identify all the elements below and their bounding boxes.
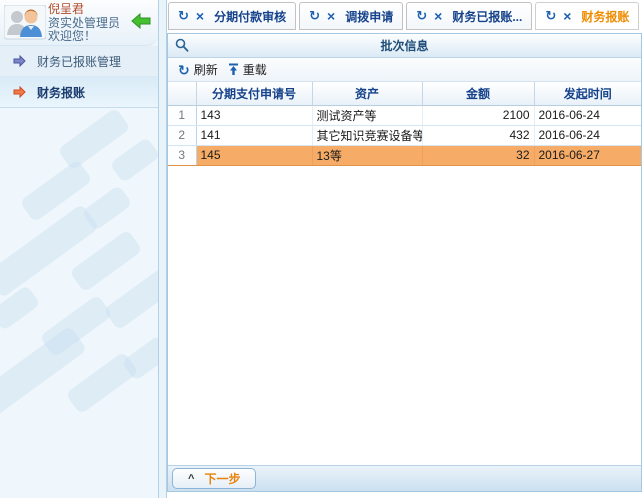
collapse-caret-icon: ^: [188, 474, 194, 484]
tab-reported[interactable]: ↻ × 财务已报账...: [406, 2, 532, 30]
table-header-row: 分期支付申请号 资产 金额 发起时间: [168, 82, 641, 105]
refresh-icon: ↻: [178, 64, 190, 76]
user-info: 倪呈君 资实处管理员 欢迎您！: [48, 3, 120, 44]
column-header-asset[interactable]: 资产: [312, 82, 422, 105]
tab-transfer-request[interactable]: ↻ × 调拨申请: [299, 2, 403, 30]
grid-toolbar: ↻ 刷新 重载: [168, 58, 641, 82]
next-step-label: 下一步: [204, 470, 240, 487]
sidebar-keyboard-decoration: [0, 108, 158, 498]
tab-strip: ↻ × 分期付款审核 ↻ × 调拨申请 ↻ × 财务已报账... ↻ × 财务报…: [167, 0, 643, 33]
collapse-arrow-icon[interactable]: [131, 13, 151, 32]
sidebar-item-label: 财务已报账管理: [37, 53, 121, 70]
user-role: 资实处管理员: [48, 17, 120, 31]
tab-close-icon[interactable]: ×: [434, 8, 442, 24]
refresh-label: 刷新: [194, 61, 218, 78]
tab-refresh-icon[interactable]: ↻: [545, 8, 556, 24]
row-index: 1: [168, 105, 196, 125]
footer-bar: ^ 下一步: [168, 465, 641, 491]
column-header-index[interactable]: [168, 82, 196, 105]
search-icon[interactable]: [174, 38, 189, 56]
app-window: 倪呈君 资实处管理员 欢迎您！ 财务已报账管理 财务报账: [0, 0, 643, 498]
cell-asset[interactable]: 测试资产等: [312, 105, 422, 125]
sidebar-item-reported-management[interactable]: 财务已报账管理: [0, 46, 158, 77]
row-index: 2: [168, 125, 196, 145]
main-area: ↻ × 分期付款审核 ↻ × 调拨申请 ↻ × 财务已报账... ↻ × 财务报…: [167, 0, 643, 498]
sidebar-item-label: 财务报账: [37, 84, 85, 101]
next-step-button[interactable]: ^ 下一步: [172, 468, 256, 489]
tab-label[interactable]: 财务已报账...: [452, 8, 522, 25]
grid-empty-area: [168, 166, 641, 466]
users-avatar-icon: [4, 5, 46, 41]
table-row[interactable]: 2 141 其它知识竞赛设备等 432 2016-06-24: [168, 125, 641, 145]
orange-arrow-icon: [13, 86, 26, 98]
table-row[interactable]: 1 143 测试资产等 2100 2016-06-24: [168, 105, 641, 125]
tab-label[interactable]: 调拨申请: [345, 8, 393, 25]
reload-label: 重载: [243, 61, 267, 78]
tab-reimbursement-active[interactable]: ↻ × 财务报账: [535, 2, 639, 30]
user-panel: 倪呈君 资实处管理员 欢迎您！: [0, 0, 158, 46]
blue-arrow-icon: [13, 55, 26, 67]
batch-table: 分期支付申请号 资产 金额 发起时间 1 143 测试资产等 2100 2016…: [168, 82, 641, 166]
reload-button[interactable]: 重载: [223, 60, 272, 79]
cell-request-no[interactable]: 141: [196, 125, 312, 145]
tab-close-icon[interactable]: ×: [563, 8, 571, 24]
tab-refresh-icon[interactable]: ↻: [416, 8, 427, 24]
column-header-date[interactable]: 发起时间: [534, 82, 641, 105]
table-row-selected[interactable]: 3 145 13等 32 2016-06-27: [168, 145, 641, 165]
tab-close-icon[interactable]: ×: [327, 8, 335, 24]
cell-request-no[interactable]: 145: [196, 145, 312, 165]
cell-asset[interactable]: 13等: [312, 145, 422, 165]
tab-refresh-icon[interactable]: ↻: [178, 8, 189, 24]
cell-amount[interactable]: 432: [422, 125, 534, 145]
cell-date[interactable]: 2016-06-24: [534, 105, 641, 125]
cell-date[interactable]: 2016-06-27: [534, 145, 641, 165]
user-welcome: 欢迎您！: [48, 30, 120, 44]
cell-amount[interactable]: 32: [422, 145, 534, 165]
batch-info-panel: 批次信息 ↻ 刷新 重载: [167, 33, 642, 492]
cell-date[interactable]: 2016-06-24: [534, 125, 641, 145]
sidebar-item-reimbursement[interactable]: 财务报账: [0, 77, 158, 108]
user-name: 倪呈君: [48, 3, 120, 17]
reload-icon: [228, 63, 239, 76]
cell-asset[interactable]: 其它知识竞赛设备等: [312, 125, 422, 145]
tab-close-icon[interactable]: ×: [196, 8, 204, 24]
panel-title: 批次信息: [380, 37, 428, 54]
tab-label[interactable]: 财务报账: [581, 8, 629, 25]
cell-amount[interactable]: 2100: [422, 105, 534, 125]
column-header-amount[interactable]: 金额: [422, 82, 534, 105]
column-header-request-no[interactable]: 分期支付申请号: [196, 82, 312, 105]
panel-header: 批次信息: [168, 34, 641, 58]
cell-request-no[interactable]: 143: [196, 105, 312, 125]
sidebar: 倪呈君 资实处管理员 欢迎您！ 财务已报账管理 财务报账: [0, 0, 158, 498]
sidebar-splitter[interactable]: [158, 0, 167, 498]
tab-installment-review[interactable]: ↻ × 分期付款审核: [168, 2, 296, 30]
tab-refresh-icon[interactable]: ↻: [309, 8, 320, 24]
row-index: 3: [168, 145, 196, 165]
tab-label[interactable]: 分期付款审核: [214, 8, 286, 25]
refresh-button[interactable]: ↻ 刷新: [173, 60, 223, 79]
